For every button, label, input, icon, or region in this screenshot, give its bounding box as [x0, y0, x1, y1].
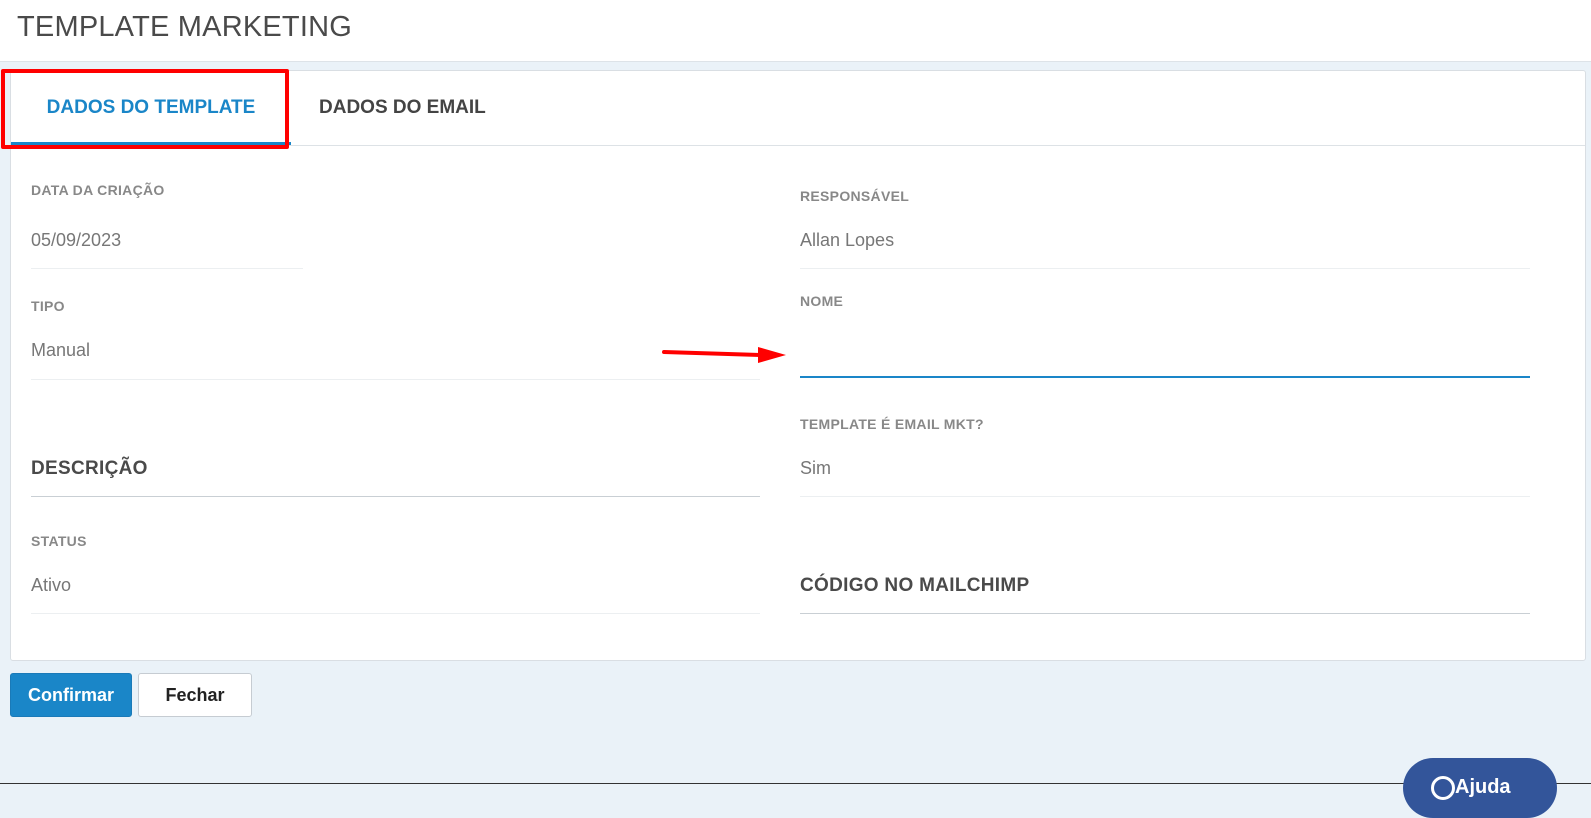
tab-bar: DADOS DO TEMPLATE DADOS DO EMAIL	[11, 71, 1585, 146]
help-label: Ajuda	[1455, 776, 1511, 798]
value-tipo: Manual	[31, 340, 91, 360]
help-icon	[1431, 776, 1455, 800]
confirmar-button[interactable]: Confirmar	[10, 673, 132, 717]
divider	[31, 613, 760, 614]
value-status: Ativo	[31, 575, 72, 595]
field-nome: NOME	[800, 293, 843, 309]
page-title: TEMPLATE MARKETING	[17, 11, 352, 43]
fechar-button[interactable]: Fechar	[138, 673, 252, 717]
field-responsavel: RESPONSÁVEL	[800, 188, 909, 204]
value-responsavel: Allan Lopes	[800, 230, 895, 250]
label-responsavel: RESPONSÁVEL	[800, 188, 910, 204]
divider	[31, 268, 303, 269]
page-bottom-border	[0, 783, 1591, 784]
value-data-criacao: 05/09/2023	[31, 230, 122, 250]
nome-input[interactable]	[800, 320, 1530, 378]
label-data-criacao: DATA DA CRIAÇÃO	[31, 182, 165, 198]
field-tipo: TIPO	[31, 298, 65, 314]
section-codigo-mailchimp: CÓDIGO NO MAILCHIMP	[800, 575, 1030, 596]
field-data-criacao: DATA DA CRIAÇÃO	[31, 182, 165, 198]
section-divider	[800, 613, 1530, 614]
divider	[800, 268, 1530, 269]
section-descricao: DESCRIÇÃO	[31, 458, 148, 479]
tab-dados-do-email[interactable]: DADOS DO EMAIL	[311, 71, 511, 145]
help-button[interactable]: Ajuda	[1403, 758, 1557, 818]
label-status: STATUS	[31, 533, 87, 549]
red-arrow-annotation-icon	[662, 347, 786, 363]
field-status: STATUS	[31, 533, 87, 549]
field-email-mkt: TEMPLATE É EMAIL MKT?	[800, 416, 984, 432]
value-email-mkt: Sim	[800, 458, 831, 478]
divider	[31, 379, 760, 380]
label-email-mkt: TEMPLATE É EMAIL MKT?	[800, 416, 984, 432]
tab-dados-do-template[interactable]: DADOS DO TEMPLATE	[11, 71, 291, 145]
section-divider	[31, 496, 760, 497]
label-tipo: TIPO	[31, 298, 65, 314]
divider	[800, 496, 1530, 497]
page-header: TEMPLATE MARKETING	[0, 0, 1591, 62]
label-nome: NOME	[800, 293, 844, 309]
